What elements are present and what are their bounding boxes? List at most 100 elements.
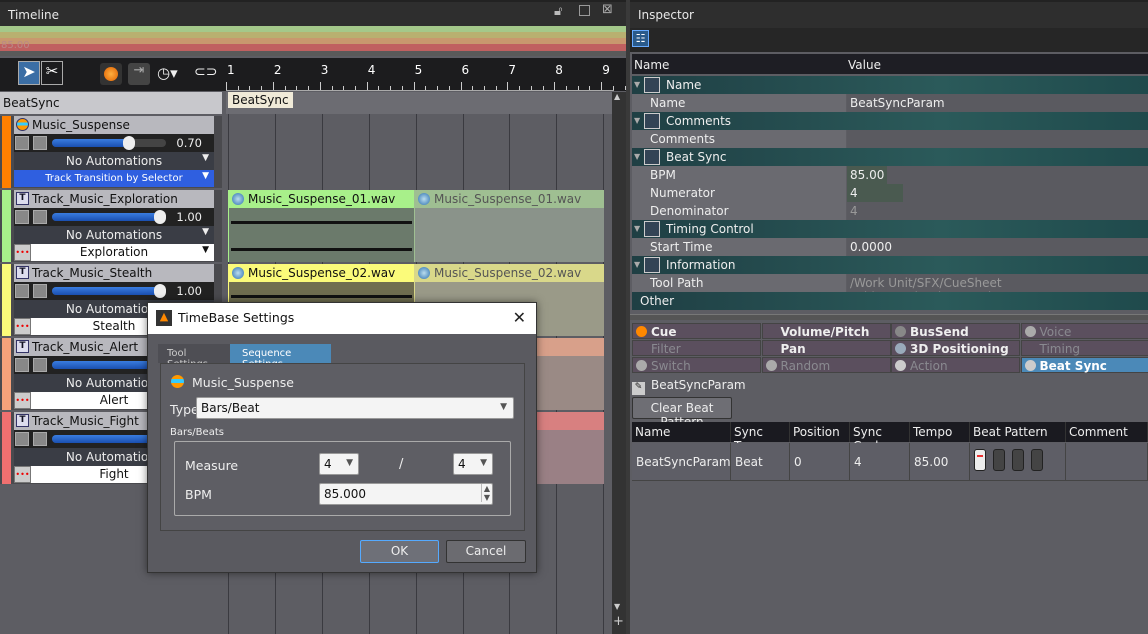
mute-icon[interactable]	[33, 284, 47, 298]
track-header[interactable]: T Track_Music_Exploration 1.00 No Automat…	[0, 190, 222, 262]
property-value[interactable]: /Work Unit/SFX/CueSheet Folder/WorkUnit_…	[847, 274, 1148, 304]
property-group[interactable]: ▼ Timing Control	[632, 220, 1148, 238]
mute-icon[interactable]	[33, 210, 47, 224]
property-group[interactable]: ▼ Comments	[632, 112, 1148, 130]
clock-icon[interactable]: ◷▾	[157, 64, 178, 82]
property-row[interactable]: Tool Path/Work Unit/SFX/CueSheet Folder/…	[632, 274, 1148, 304]
scroll-down-icon[interactable]: ▼	[614, 602, 620, 611]
automation-curve-icon[interactable]	[15, 136, 29, 150]
column-header[interactable]: Sync Cycle	[850, 422, 910, 453]
scissors-tool-icon[interactable]: ✂	[41, 61, 63, 85]
property-group[interactable]: ▼ Beat Sync	[632, 148, 1148, 166]
maximize-icon[interactable]	[579, 5, 590, 16]
tab-random[interactable]: Random	[761, 357, 891, 373]
close-icon[interactable]: ✕	[513, 308, 526, 327]
cell-comment[interactable]	[1066, 443, 1148, 481]
property-row[interactable]: BPM 85.00	[632, 166, 1148, 184]
mute-icon[interactable]	[33, 358, 47, 372]
vertical-scrollbar[interactable]: ▲ ▼ +	[612, 92, 626, 634]
selector-dropdown[interactable]: ••• Exploration ▼	[14, 244, 214, 261]
property-row[interactable]: Start Time 0.0000	[632, 238, 1148, 256]
slider-knob[interactable]	[154, 210, 166, 224]
track-name-row[interactable]: T Track_Music_Exploration	[14, 190, 214, 208]
list-view-icon[interactable]: ☷	[632, 30, 649, 47]
tab-switch[interactable]: Switch	[632, 357, 761, 373]
record-button[interactable]	[100, 63, 122, 85]
automation-dropdown[interactable]: No Automations ▼	[14, 152, 214, 170]
type-select[interactable]: Bars/Beat ▼	[196, 397, 514, 419]
tab-voice[interactable]: Voice	[1020, 323, 1148, 339]
tab-volume-pitch[interactable]: Volume/Pitch	[761, 323, 891, 339]
tab-tool-settings[interactable]: Tool Settings	[158, 344, 230, 370]
lock-icon[interactable]: 🔓︎	[554, 4, 562, 19]
beat-toggle[interactable]	[1012, 449, 1024, 471]
automation-curve-icon[interactable]	[15, 432, 29, 446]
track-name-row[interactable]: T Track_Music_Stealth	[14, 264, 214, 282]
column-header[interactable]: Tempo	[910, 422, 970, 442]
tab-cue[interactable]: Cue	[632, 323, 761, 339]
group-header[interactable]: BeatSync	[0, 92, 222, 114]
property-row[interactable]: Numerator 4	[632, 184, 1148, 202]
select-tool-icon[interactable]: ➤	[18, 61, 40, 85]
expand-icon[interactable]: ▼	[634, 116, 640, 125]
splitter[interactable]	[630, 314, 1148, 320]
slider-knob[interactable]	[154, 284, 166, 298]
overview-strip[interactable]: 85.00	[0, 26, 626, 56]
beatsync-marker[interactable]: BeatSync	[228, 92, 293, 108]
spin-arrows-icon[interactable]: ▲ ▼	[480, 484, 490, 502]
audio-clip[interactable]: Music_Suspense_01.wav	[414, 190, 604, 262]
expand-icon[interactable]: ▼	[634, 260, 640, 269]
property-group[interactable]: Other	[632, 292, 1148, 310]
link-icon[interactable]: ⊂⊃	[194, 64, 217, 80]
tab-filter[interactable]: Filter	[632, 340, 761, 356]
measure-numerator-select[interactable]: 4 ▼	[319, 453, 359, 475]
property-row[interactable]: Name BeatSyncParam	[632, 94, 1148, 112]
beat-toggle[interactable]	[974, 449, 986, 471]
property-value[interactable]	[847, 130, 1148, 148]
tab-3d-positioning[interactable]: 3D Positioning	[891, 340, 1020, 356]
track-name-row[interactable]: Music_Suspense	[14, 116, 214, 134]
column-header[interactable]: Comment	[1066, 422, 1148, 442]
volume-slider[interactable]	[52, 210, 166, 224]
measure-denominator-select[interactable]: 4 ▼	[453, 453, 493, 475]
automation-curve-icon[interactable]	[15, 210, 29, 224]
snap-icon[interactable]: ⇥	[128, 63, 150, 85]
ok-button[interactable]: OK	[360, 540, 439, 563]
bpm-spinbox[interactable]: 85.000 ▲ ▼	[319, 483, 493, 505]
column-header[interactable]: Position	[790, 422, 850, 442]
tab-action[interactable]: Action	[891, 357, 1020, 373]
property-value[interactable]: 4	[847, 202, 1148, 220]
property-value[interactable]: 0.0000	[847, 238, 1148, 256]
expand-icon[interactable]: ▼	[634, 152, 640, 161]
automation-curve-icon[interactable]	[15, 284, 29, 298]
tab-timing[interactable]: Timing	[1020, 340, 1148, 356]
property-value[interactable]: 85.00	[847, 166, 1148, 184]
volume-slider[interactable]	[52, 136, 166, 150]
property-row[interactable]: Denominator 4	[632, 202, 1148, 220]
add-icon[interactable]: +	[613, 614, 624, 629]
clear-beat-pattern-button[interactable]: Clear Beat Pattern	[632, 397, 732, 429]
timeline-ruler[interactable]: 1 2 3 4 5 6 7 8 9	[226, 58, 638, 91]
tab-bussend[interactable]: BusSend	[891, 323, 1020, 339]
table-row[interactable]: BeatSyncParam Beat 0 4 85.00	[632, 443, 1148, 481]
beat-toggle[interactable]	[1031, 449, 1043, 471]
property-row[interactable]: Comments	[632, 130, 1148, 148]
column-header[interactable]: Sync Type	[731, 422, 790, 453]
scroll-up-icon[interactable]: ▲	[614, 92, 620, 101]
slider-knob[interactable]	[123, 136, 136, 150]
audio-clip[interactable]: Music_Suspense_01.wav	[228, 190, 414, 262]
tab-sequence-settings[interactable]: Sequence Settings	[230, 344, 331, 370]
mute-icon[interactable]	[33, 136, 47, 150]
property-value[interactable]: BeatSyncParam	[847, 94, 1148, 112]
volume-slider[interactable]	[52, 284, 166, 298]
expand-icon[interactable]: ▼	[634, 224, 640, 233]
beat-toggle[interactable]	[993, 449, 1005, 471]
tab-pan[interactable]: Pan	[761, 340, 891, 356]
column-header[interactable]: Name	[632, 422, 731, 442]
close-icon[interactable]: ⊠	[602, 2, 613, 17]
property-value[interactable]: 4	[847, 184, 1148, 202]
tab-beat-sync[interactable]: Beat Sync	[1020, 357, 1148, 373]
property-group[interactable]: ▼ Information	[632, 256, 1148, 274]
property-group[interactable]: ▼ Name	[632, 76, 1148, 94]
cancel-button[interactable]: Cancel	[446, 540, 526, 563]
